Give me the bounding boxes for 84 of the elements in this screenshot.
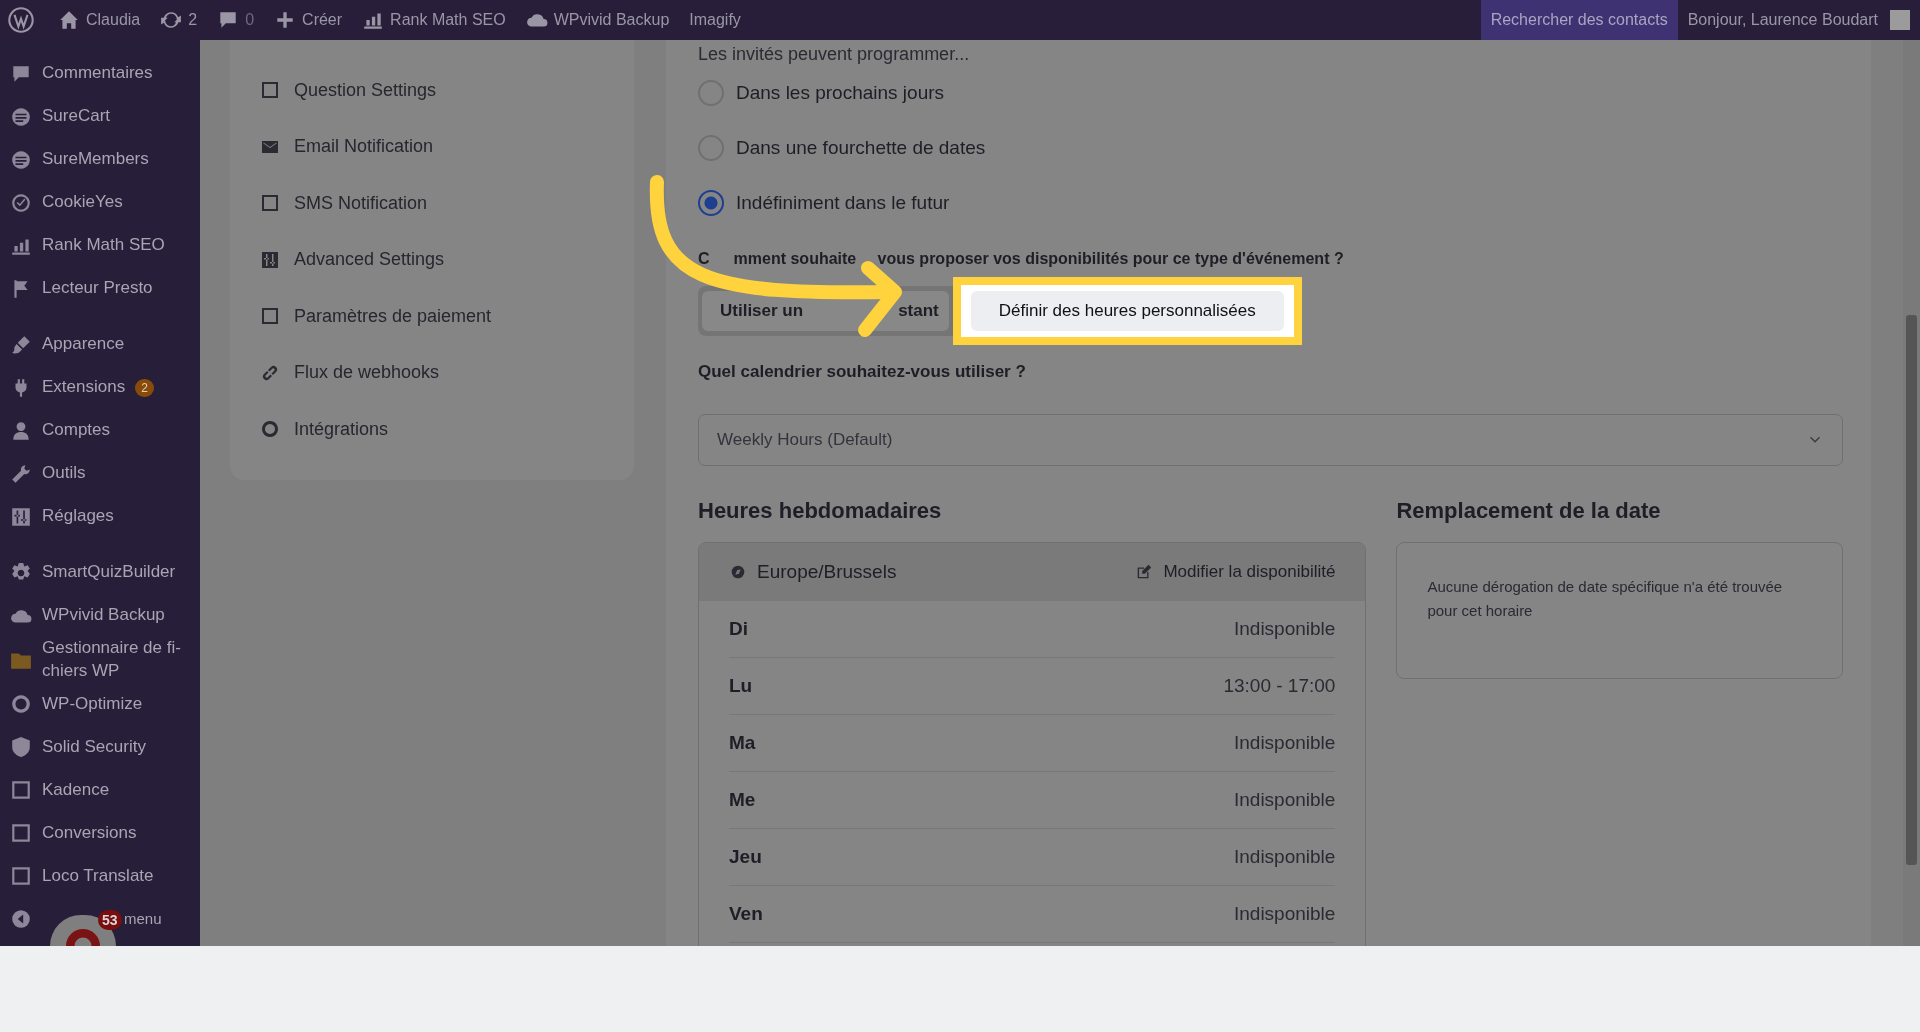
sliders-icon <box>260 249 280 270</box>
sidebar-item[interactable]: Lecteur Presto <box>42 277 153 300</box>
section-title: Remplacement de la date <box>1396 498 1662 524</box>
settings-menu-item[interactable]: Email Notification <box>260 118 634 175</box>
wrench-icon <box>10 462 32 485</box>
sidebar-item[interactable]: SureMembers <box>42 148 149 171</box>
settings-menu-item[interactable]: Intégrations <box>260 401 634 458</box>
avatar <box>1890 10 1910 30</box>
sidebar-item[interactable]: WPvivid Backup <box>42 604 165 627</box>
sidebar-item[interactable]: Extensions <box>42 376 126 399</box>
radio-label: Indéfiniment dans le futur <box>736 191 950 214</box>
hours-value: 13:00 - 17:00 <box>1223 675 1336 697</box>
sidebar-item[interactable]: Loco Translate <box>42 864 154 888</box>
hours-value: Indisponible <box>1234 618 1336 640</box>
day-label: Lu <box>729 675 753 697</box>
brush-icon <box>10 333 32 356</box>
new-link[interactable]: Créer <box>264 9 353 31</box>
site-link[interactable]: Claudia <box>48 9 151 31</box>
settings-menu-item[interactable]: Paramètres de paiement <box>260 288 634 345</box>
sidebar-item[interactable]: Rank Math SEO <box>42 234 165 257</box>
section-title: Heures hebdomadaires <box>698 498 943 524</box>
count-badge: 53 <box>98 910 122 930</box>
edit-availability-link[interactable]: Modifier la disponibilité <box>1135 562 1336 582</box>
sidebar-item[interactable]: Conversions <box>42 821 137 845</box>
hours-value: Indisponible <box>1234 846 1336 868</box>
day-label: Ma <box>729 732 756 754</box>
count-badge: 2 <box>135 378 154 397</box>
sidebar-item[interactable]: SmartQuizBuilder <box>42 561 176 584</box>
updates-link[interactable]: 2 <box>150 9 208 31</box>
question-label: vous proposer vos disponibilités pour ce type d'événement ? <box>877 250 1344 268</box>
settings-menu-item[interactable]: Flux de webhooks <box>260 344 634 401</box>
radio-label: Dans les prochains jours <box>736 81 945 104</box>
sidebar-item[interactable]: Commentaires <box>42 62 153 85</box>
hours-value: Indisponible <box>1234 903 1336 925</box>
chat-bubble[interactable] <box>50 915 116 946</box>
calendar-select[interactable]: Weekly Hours (Default) <box>698 414 1843 466</box>
radio-button[interactable] <box>698 189 724 216</box>
compass-icon <box>729 563 747 581</box>
radio-label: Dans une fourchette de dates <box>736 136 986 159</box>
letter-logo-icon <box>66 929 100 946</box>
ring-icon <box>10 693 32 716</box>
settings-menu-item[interactable]: Advanced Settings <box>260 231 634 288</box>
day-label: Me <box>729 789 756 811</box>
section-label: Les invités peuvent programmer... <box>698 44 971 65</box>
hours-value: Indisponible <box>1234 732 1336 754</box>
collapse-menu-link[interactable]: menu <box>124 909 162 930</box>
scrollbar[interactable] <box>1903 40 1920 946</box>
segment-option[interactable]: Définir des heures personnalisées <box>970 291 1284 331</box>
sliders-icon <box>10 505 32 528</box>
sidebar-item[interactable]: Solid Security <box>42 735 146 759</box>
home-icon <box>58 9 80 31</box>
question-label: mment souhaite <box>733 250 858 268</box>
account-link[interactable]: Bonjour, Laurence Boudart <box>1677 10 1920 30</box>
day-label: Ven <box>729 903 763 925</box>
sidebar-item[interactable]: Outils <box>42 462 86 485</box>
question-label: Quel calendrier souhaitez-vous utiliser ? <box>698 362 1027 382</box>
edit-icon <box>1135 563 1154 581</box>
day-label: Jeu <box>729 846 762 868</box>
sidebar-item[interactable]: Réglages <box>42 505 114 528</box>
shield-icon <box>10 736 32 759</box>
sidebar-item[interactable]: Comptes <box>42 419 111 442</box>
sidebar-item[interactable]: Gestionnaire de fi- chiers WP <box>42 637 181 683</box>
toolbar-link[interactable]: WPvivid Backup <box>515 9 680 31</box>
sidebar-item[interactable]: SureCart <box>42 105 111 128</box>
search-contacts-link[interactable]: Rechercher des contacts <box>1480 0 1678 40</box>
sidebar-item[interactable]: Apparence <box>42 333 125 356</box>
sidebar-item[interactable]: WP-Optimize <box>42 692 143 716</box>
sidebar-item[interactable]: Kadence <box>42 778 110 802</box>
question-label: C <box>698 250 710 268</box>
toolbar-link[interactable]: Rank Math SEO <box>352 9 516 31</box>
comment-count: 0 <box>245 11 255 29</box>
wordpress-logo-icon[interactable] <box>8 7 34 33</box>
settings-menu-item[interactable]: SMS Notification <box>260 175 634 232</box>
timezone-label: Europe/Brussels <box>757 561 897 583</box>
refresh-icon <box>160 9 183 31</box>
empty-message: Aucune dérogation de date spécifique n'a été trouvée pour cet horaire <box>1427 577 1784 621</box>
sidebar-item[interactable]: CookieYes <box>42 191 123 214</box>
day-label: Di <box>729 618 748 640</box>
collapse-icon[interactable] <box>10 908 32 931</box>
hours-value: Indisponible <box>1234 789 1336 811</box>
person-icon <box>10 419 32 442</box>
toolbar-link[interactable]: Imagify <box>679 11 751 29</box>
ring-icon <box>260 419 280 440</box>
settings-menu-item[interactable]: Question Settings <box>260 62 634 119</box>
